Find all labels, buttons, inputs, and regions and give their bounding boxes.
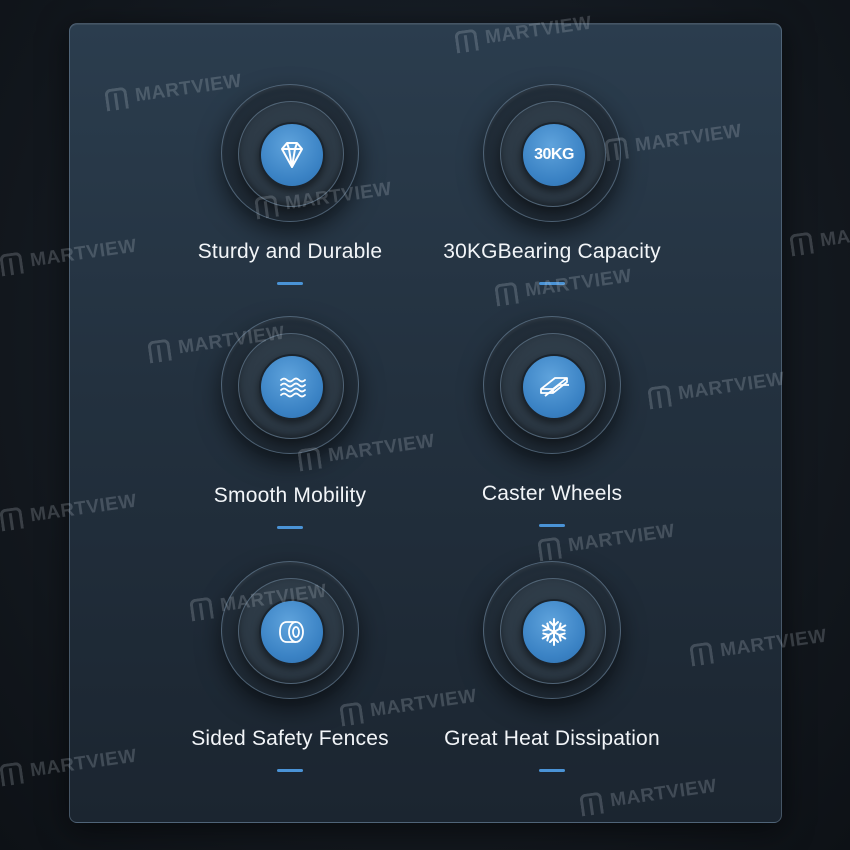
feature-casters: Caster Wheels [402, 316, 702, 546]
weight-badge-icon: 30KG [521, 122, 587, 188]
medallion [221, 561, 359, 699]
accent-dash [539, 524, 565, 527]
feature-heat: Great Heat Dissipation [402, 561, 702, 791]
medallion [221, 84, 359, 222]
diamond-icon [259, 122, 325, 188]
feature-label: Sturdy and Durable [197, 240, 383, 263]
waves-icon [259, 354, 325, 420]
accent-dash [277, 282, 303, 285]
caster-rails-icon [521, 354, 587, 420]
accent-dash [277, 526, 303, 529]
feature-label: Caster Wheels [481, 482, 623, 505]
accent-dash [277, 769, 303, 772]
medallion [483, 561, 621, 699]
medallion: 30KG [483, 84, 621, 222]
feature-label: Sided Safety Fences [191, 727, 389, 750]
feature-label: Great Heat Dissipation [444, 727, 660, 750]
feature-label: Smooth Mobility [213, 484, 367, 507]
watermark: MARTVIEW [789, 216, 850, 257]
cylinder-icon [259, 599, 325, 665]
accent-dash [539, 769, 565, 772]
medallion [483, 316, 621, 454]
feature-capacity: 30KG 30KGBearing Capacity [402, 84, 702, 314]
medallion [221, 316, 359, 454]
feature-label: 30KGBearing Capacity [443, 240, 661, 263]
badge-text: 30KG [534, 146, 574, 163]
feature-mobility: Smooth Mobility [140, 316, 440, 546]
feature-sturdy: Sturdy and Durable [140, 84, 440, 314]
accent-dash [539, 282, 565, 285]
feature-fences: Sided Safety Fences [140, 561, 440, 791]
snowflake-icon [521, 599, 587, 665]
